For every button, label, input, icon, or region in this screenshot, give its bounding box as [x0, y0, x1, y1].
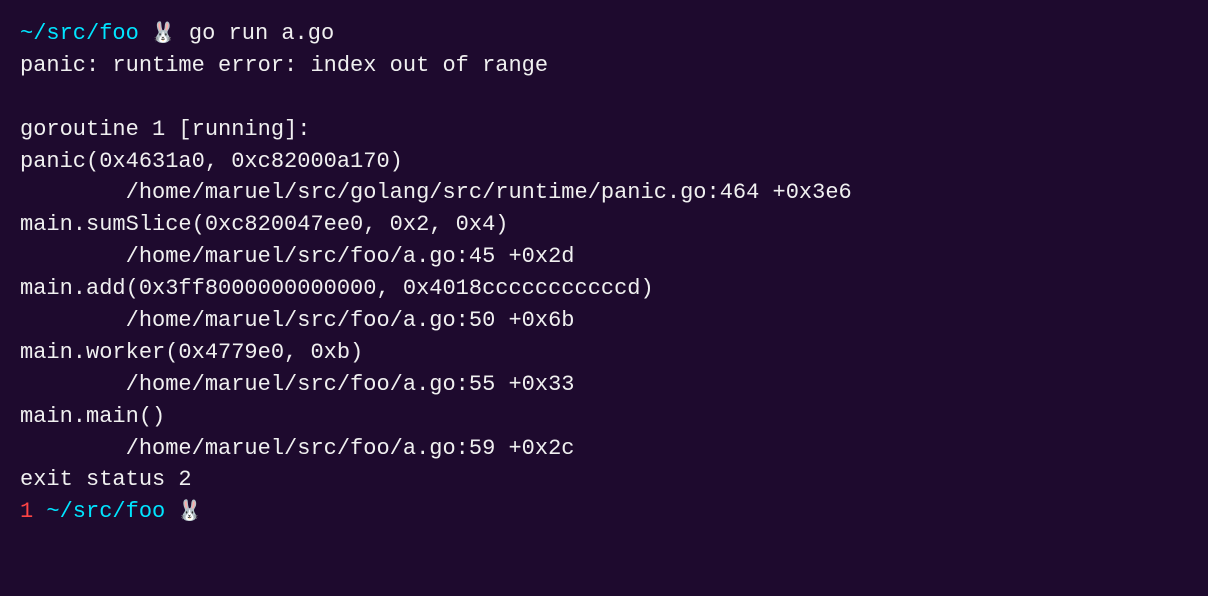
output-main-func: main.main() [20, 401, 165, 433]
output-worker-file: /home/maruel/src/foo/a.go:55 +0x33 [20, 369, 575, 401]
output-add-func: main.add(0x3ff8000000000000, 0x4018ccccc… [20, 273, 654, 305]
output-line-2: panic: runtime error: index out of range [20, 50, 548, 82]
line-5: panic(0x4631a0, 0xc82000a170) [20, 146, 1188, 178]
line-11: main.worker(0x4779e0, 0xb) [20, 337, 1188, 369]
line-9: main.add(0x3ff8000000000000, 0x4018ccccc… [20, 273, 1188, 305]
output-main-file: /home/maruel/src/foo/a.go:59 +0x2c [20, 433, 575, 465]
line-7: main.sumSlice(0xc820047ee0, 0x2, 0x4) [20, 209, 1188, 241]
prompt-cmd-1: go run a.go [176, 18, 334, 50]
line-12: /home/maruel/src/foo/a.go:55 +0x33 [20, 369, 1188, 401]
prompt-path-1: ~/src/foo [20, 18, 139, 50]
output-sumslice-file: /home/maruel/src/foo/a.go:45 +0x2d [20, 241, 575, 273]
prompt2-number: 1 [20, 496, 33, 528]
output-goroutine: goroutine 1 [running]: [20, 114, 310, 146]
line-13: main.main() [20, 401, 1188, 433]
prompt2-rabbit: 🐰 [165, 498, 202, 527]
line-8: /home/maruel/src/foo/a.go:45 +0x2d [20, 241, 1188, 273]
line-16: 1 ~/src/foo 🐰 [20, 496, 1188, 528]
line-10: /home/maruel/src/foo/a.go:50 +0x6b [20, 305, 1188, 337]
output-panic-file: /home/maruel/src/golang/src/runtime/pani… [20, 177, 852, 209]
line-6: /home/maruel/src/golang/src/runtime/pani… [20, 177, 1188, 209]
prompt-rabbit-1: 🐰 [139, 20, 176, 49]
output-panic-func: panic(0x4631a0, 0xc82000a170) [20, 146, 403, 178]
line-15: exit status 2 [20, 464, 1188, 496]
output-sumslice-func: main.sumSlice(0xc820047ee0, 0x2, 0x4) [20, 209, 508, 241]
line-14: /home/maruel/src/foo/a.go:59 +0x2c [20, 433, 1188, 465]
line-4: goroutine 1 [running]: [20, 114, 1188, 146]
line-2: panic: runtime error: index out of range [20, 50, 1188, 82]
output-add-file: /home/maruel/src/foo/a.go:50 +0x6b [20, 305, 575, 337]
output-worker-func: main.worker(0x4779e0, 0xb) [20, 337, 363, 369]
output-exit-status: exit status 2 [20, 464, 192, 496]
line-1: ~/src/foo 🐰 go run a.go [20, 18, 1188, 50]
prompt2-path: ~/src/foo [33, 496, 165, 528]
blank-line-1 [20, 82, 1188, 114]
terminal-window: ~/src/foo 🐰 go run a.go panic: runtime e… [20, 18, 1188, 578]
